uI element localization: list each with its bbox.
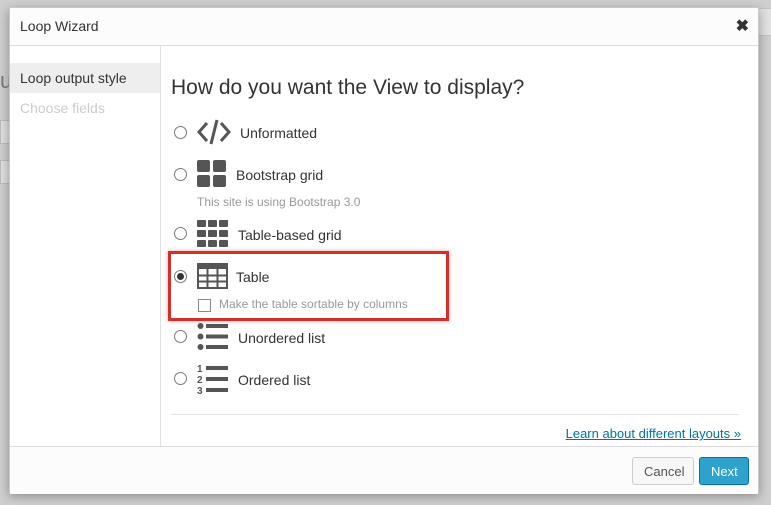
radio-ordered-list[interactable] — [174, 372, 187, 385]
step-loop-output-style[interactable]: Loop output style — [10, 63, 160, 93]
radio-unformatted[interactable] — [174, 126, 187, 139]
page-title: How do you want the View to display? — [171, 76, 525, 99]
radio-table-based-grid[interactable] — [174, 227, 187, 240]
dialog-titlebar: Loop Wizard ✖ — [10, 8, 758, 46]
radio-table[interactable] — [174, 270, 187, 283]
ordered-list-icon: 1 2 3 — [197, 364, 228, 395]
unordered-list-icon — [197, 323, 228, 350]
option-label: Table-based grid — [238, 227, 342, 243]
cancel-button[interactable]: Cancel — [632, 457, 694, 485]
close-icon[interactable]: ✖ — [736, 16, 749, 36]
wizard-content: How do you want the View to display? Unf… — [168, 46, 741, 447]
option-table[interactable]: Table Make the table sortable by columns — [171, 261, 431, 317]
learn-layouts-link[interactable]: Learn about different layouts » — [566, 426, 741, 441]
option-bootstrap-grid[interactable]: Bootstrap grid This site is using Bootst… — [171, 159, 391, 211]
dialog-title: Loop Wizard — [20, 18, 99, 34]
option-table-based-grid[interactable]: Table-based grid — [171, 219, 391, 249]
option-label: Table — [236, 269, 270, 285]
option-hint: This site is using Bootstrap 3.0 — [197, 195, 361, 209]
option-label: Unordered list — [238, 330, 326, 346]
option-ordered-list[interactable]: 1 2 3 Ordered list — [171, 363, 391, 395]
loop-wizard-dialog: Loop Wizard ✖ Loop output style Choose f… — [9, 7, 759, 494]
bootstrap-grid-icon — [197, 160, 226, 187]
divider — [171, 414, 739, 415]
option-unformatted[interactable]: Unformatted — [171, 118, 371, 148]
wizard-steps: Loop output style Choose fields — [10, 46, 161, 447]
next-button[interactable]: Next — [699, 457, 749, 485]
table-grid-icon — [197, 220, 228, 247]
option-label: Bootstrap grid — [236, 167, 324, 183]
table-icon — [197, 263, 228, 289]
svg-text:3: 3 — [197, 386, 203, 395]
step-choose-fields: Choose fields — [20, 100, 105, 116]
option-label: Ordered list — [238, 372, 311, 388]
option-unordered-list[interactable]: Unordered list — [171, 322, 391, 352]
code-icon — [197, 119, 231, 145]
dialog-footer: Cancel Next — [10, 446, 758, 494]
radio-unordered-list[interactable] — [174, 330, 187, 343]
sortable-checkbox[interactable] — [198, 299, 211, 312]
svg-text:1: 1 — [197, 364, 203, 375]
radio-bootstrap-grid[interactable] — [174, 168, 187, 181]
sortable-checkbox-label: Make the table sortable by columns — [219, 297, 408, 311]
option-label: Unformatted — [240, 125, 318, 141]
svg-text:2: 2 — [197, 375, 203, 386]
